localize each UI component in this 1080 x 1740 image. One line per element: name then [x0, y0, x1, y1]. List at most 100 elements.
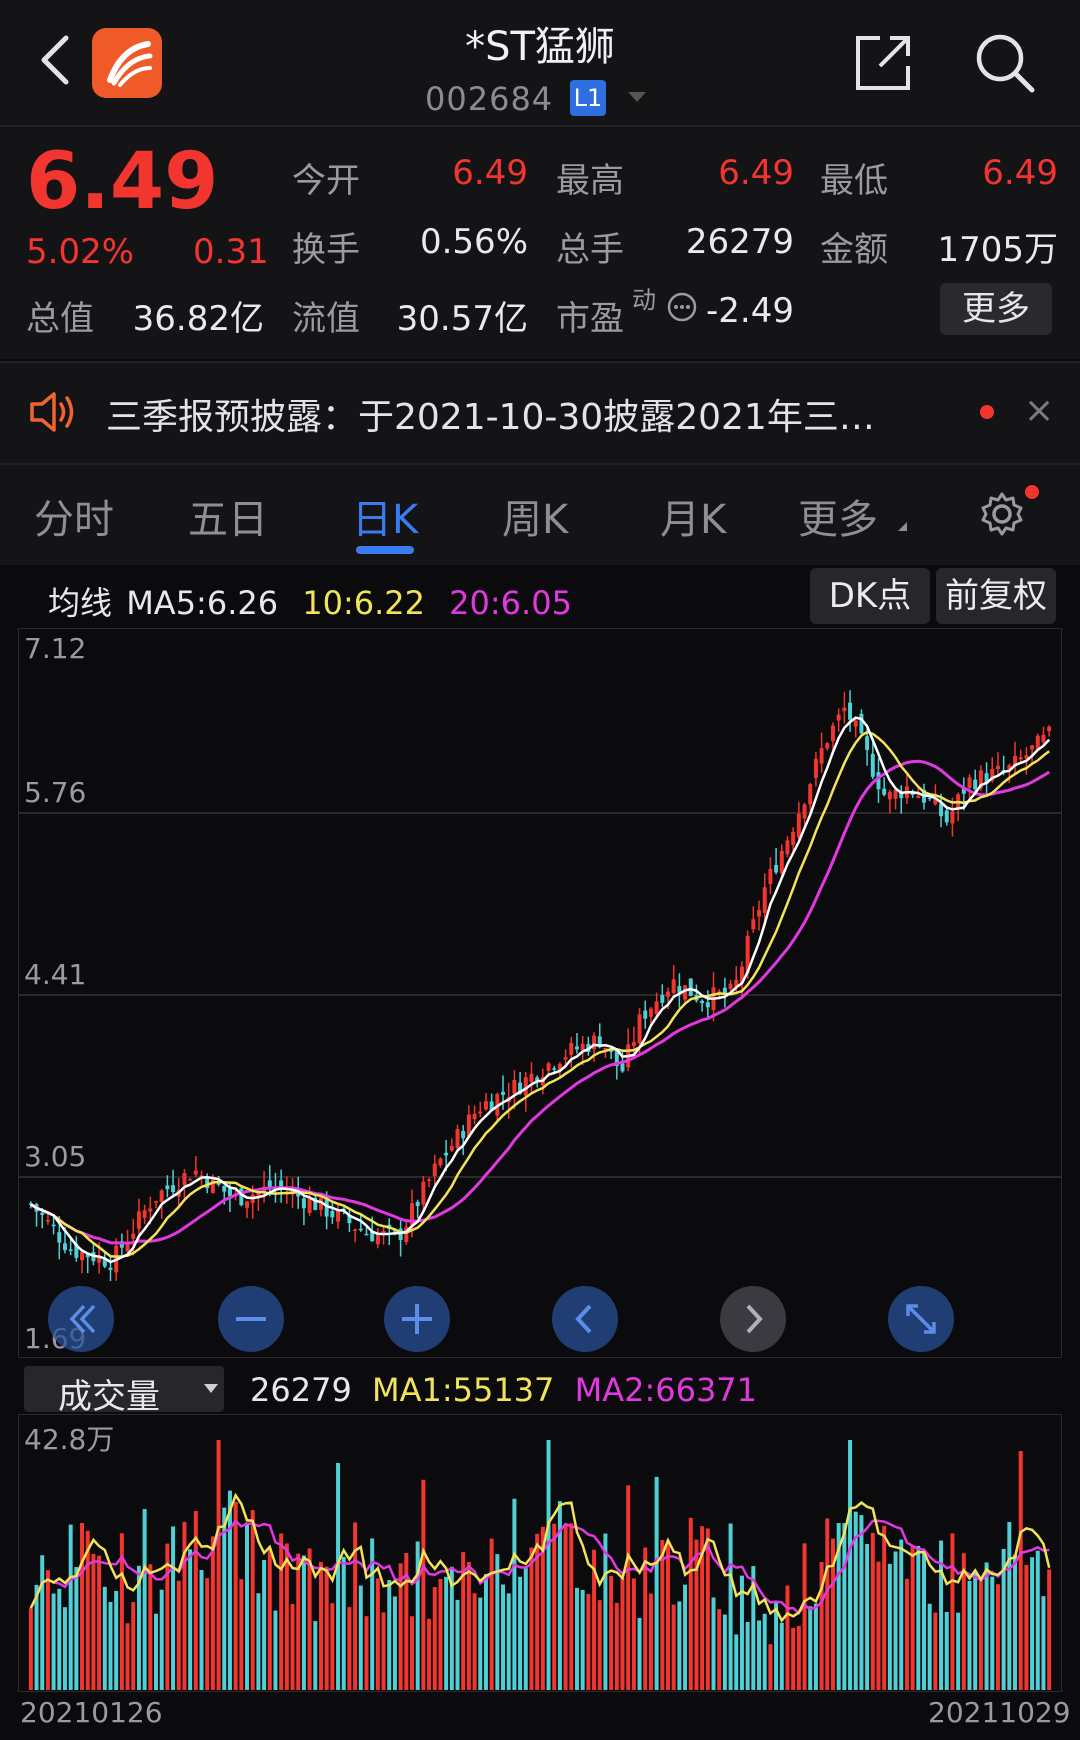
candle-body: [666, 991, 670, 997]
volume-bar: [353, 1522, 358, 1690]
search-icon[interactable]: [972, 30, 1038, 96]
volume-bar: [1024, 1564, 1029, 1690]
tab-intraday[interactable]: 分时: [34, 487, 114, 545]
candle-body: [171, 1185, 176, 1193]
volume-bar: [717, 1609, 722, 1690]
volume-bar: [722, 1614, 727, 1690]
volume-bar: [887, 1563, 892, 1690]
volume-bar: [848, 1440, 853, 1690]
volume-bar: [950, 1533, 955, 1690]
kline-chart[interactable]: [18, 628, 1062, 1358]
volume-bar: [922, 1550, 926, 1690]
volume-bar: [40, 1555, 45, 1690]
candle-body: [461, 1131, 466, 1139]
candle-body: [227, 1188, 232, 1197]
candle-body: [1041, 734, 1046, 743]
double-chevron-left-icon: [69, 1304, 96, 1334]
move-left-button[interactable]: [552, 1286, 618, 1352]
candle-body: [785, 840, 790, 855]
volume-chart[interactable]: [18, 1414, 1062, 1692]
candle-body: [944, 810, 949, 823]
fullscreen-button[interactable]: [888, 1286, 954, 1352]
chevron-left-icon: [575, 1304, 592, 1334]
scroll-to-start-button[interactable]: [48, 1286, 114, 1352]
volume-bar: [614, 1602, 619, 1690]
candle-body: [762, 887, 767, 913]
share-icon[interactable]: [850, 30, 916, 96]
minus-icon: [236, 1317, 266, 1321]
volume-bar: [842, 1523, 847, 1690]
stock-code: 002684: [425, 80, 554, 118]
candle-body: [40, 1212, 45, 1215]
volume-bar: [529, 1547, 534, 1690]
volume-bar: [250, 1510, 255, 1690]
level-badge[interactable]: L1: [570, 80, 606, 116]
zoom-out-button[interactable]: [218, 1286, 284, 1352]
candle-body: [848, 702, 853, 720]
volume-bar: [307, 1548, 312, 1690]
indicator-selector-label: 成交量: [58, 1377, 160, 1417]
volume-bar: [455, 1599, 460, 1690]
volume-bar: [1030, 1557, 1035, 1690]
float-cap-label: 流值: [292, 299, 360, 339]
tab-weekly-k[interactable]: 周K: [502, 487, 568, 545]
volume-bar: [245, 1522, 250, 1690]
volume-bar: [603, 1533, 608, 1690]
volume-bar: [131, 1602, 136, 1690]
volume-bar: [336, 1463, 341, 1690]
volume-bar: [984, 1562, 989, 1690]
volume-bar: [631, 1578, 636, 1690]
gear-icon[interactable]: [978, 490, 1026, 538]
candle-body: [68, 1249, 73, 1251]
volume-bar: [666, 1542, 670, 1690]
notice-close-button[interactable]: ×: [1024, 390, 1054, 431]
volume-bar: [381, 1612, 386, 1690]
volume-bar: [597, 1600, 602, 1690]
y-axis-label: 4.41: [24, 958, 87, 991]
candle-body: [375, 1233, 380, 1245]
tab-five-day[interactable]: 五日: [188, 487, 268, 545]
tab-more[interactable]: 更多: [798, 487, 878, 545]
volume-bar: [546, 1440, 551, 1690]
candle-body: [1030, 745, 1035, 750]
volume-bar: [472, 1593, 477, 1690]
move-right-button[interactable]: [720, 1286, 786, 1352]
price-adjust-button[interactable]: 前复权: [936, 568, 1056, 624]
volume-bar: [1013, 1554, 1018, 1690]
dk-point-button[interactable]: DK点: [810, 568, 930, 624]
y-axis-label: 3.05: [24, 1140, 87, 1173]
volume-bar: [290, 1603, 295, 1690]
tab-monthly-k[interactable]: 月K: [660, 487, 726, 545]
volume-bar: [1047, 1569, 1052, 1690]
expand-icon: [906, 1304, 936, 1334]
more-quote-button[interactable]: 更多: [940, 283, 1052, 335]
volume-bar: [262, 1560, 267, 1690]
volume-bar: [267, 1548, 272, 1690]
volume-bar: [279, 1533, 284, 1690]
volume-bar: [375, 1578, 380, 1690]
volume-bar: [483, 1574, 488, 1690]
low-label: 最低: [820, 161, 888, 201]
candle-body: [483, 1101, 488, 1110]
volume-bar: [313, 1621, 318, 1690]
candle-body: [648, 1008, 653, 1017]
volume-bar: [410, 1616, 414, 1690]
change-percent: 5.02%: [26, 232, 135, 272]
notice-text[interactable]: 三季报预披露：于2021-10-30披露2021年三…: [106, 388, 875, 440]
volume-bar: [802, 1543, 807, 1690]
candle-body: [671, 979, 676, 994]
volume-bar: [341, 1556, 346, 1690]
volume-bar: [256, 1593, 261, 1690]
volume-bar: [68, 1524, 73, 1690]
stock-switch-caret-icon[interactable]: [628, 92, 646, 102]
volume-bar: [808, 1606, 813, 1690]
candle-body: [842, 707, 847, 712]
volume-bar: [501, 1584, 506, 1690]
turnover-value: 0.56%: [419, 222, 528, 262]
candle-body: [887, 791, 892, 800]
volume-bar: [148, 1564, 153, 1690]
tab-daily-k[interactable]: 日K: [352, 487, 418, 545]
volume-bar: [626, 1485, 631, 1690]
candle-body: [939, 803, 944, 817]
zoom-in-button[interactable]: [384, 1286, 450, 1352]
